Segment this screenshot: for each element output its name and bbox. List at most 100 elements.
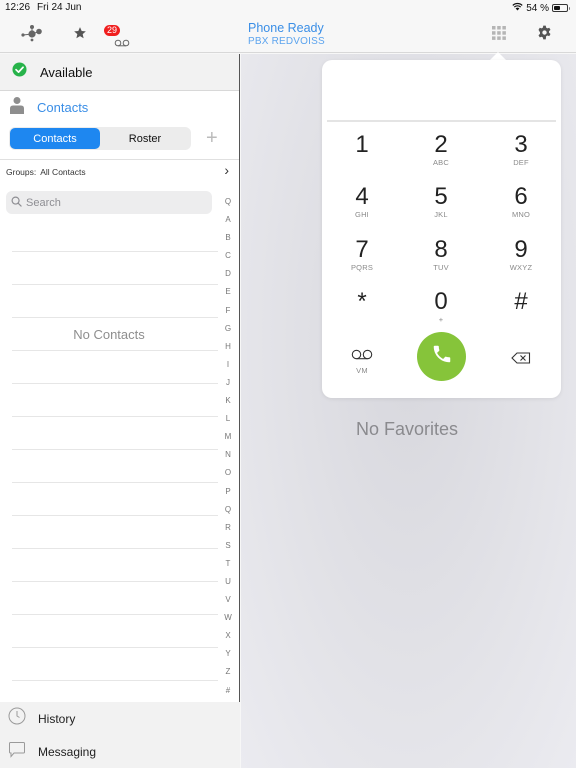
list-row-separator	[12, 614, 218, 615]
index-letter[interactable]: R	[221, 522, 235, 540]
index-letter[interactable]: M	[221, 431, 235, 449]
index-letter[interactable]: Z	[221, 666, 235, 684]
top-toolbar: 29 Phone Ready PBX REDVOISS	[0, 16, 576, 53]
index-letter[interactable]: E	[221, 286, 235, 304]
pbx-name: PBX REDVOISS	[248, 36, 325, 47]
index-letter[interactable]: Q	[221, 504, 235, 522]
dial-key-digit: 0	[434, 288, 448, 315]
available-check-icon	[12, 62, 27, 82]
dial-key[interactable]: 1	[332, 132, 392, 178]
index-letter[interactable]: L	[221, 413, 235, 431]
segment-roster[interactable]: Roster	[100, 128, 190, 149]
dial-key[interactable]: 2 ABC	[411, 132, 471, 178]
dial-key-digit: 3	[514, 131, 528, 158]
voicemail-icon	[114, 34, 130, 52]
index-letter[interactable]: #	[221, 685, 235, 703]
dial-key[interactable]: 0 +	[411, 289, 471, 335]
list-row-separator	[12, 647, 218, 648]
dial-key[interactable]: 5 JKL	[411, 184, 471, 230]
dial-key[interactable]: 9 WXYZ	[491, 237, 551, 283]
list-row-separator	[12, 515, 218, 516]
wifi-icon	[512, 2, 523, 14]
status-date: Fri 24 Jun	[37, 2, 82, 13]
index-letter[interactable]: T	[221, 558, 235, 576]
voicemail-button[interactable]: 29	[104, 22, 134, 48]
presence-label: Available	[40, 64, 93, 80]
index-letter[interactable]: U	[221, 576, 235, 594]
dial-key-letters: DEF	[513, 158, 529, 167]
dial-key[interactable]: #	[491, 289, 551, 335]
list-row-separator	[12, 449, 218, 450]
index-letter[interactable]: H	[221, 341, 235, 359]
dial-key[interactable]: *	[332, 289, 392, 335]
index-letter[interactable]: G	[221, 323, 235, 341]
dialpad-button[interactable]	[486, 22, 512, 48]
dial-key[interactable]: 7 PQRS	[332, 237, 392, 283]
dial-key[interactable]: 8 TUV	[411, 237, 471, 283]
voicemail-count-badge: 29	[104, 25, 121, 36]
voicemail-icon	[332, 348, 392, 366]
network-icon	[20, 23, 44, 48]
phone-handset-icon	[431, 343, 453, 370]
dial-key-letters: +	[438, 315, 444, 324]
segment-contacts[interactable]: Contacts	[10, 128, 100, 149]
index-letter[interactable]: P	[221, 486, 235, 504]
list-row-separator	[12, 350, 218, 351]
list-row-separator	[12, 548, 218, 549]
dial-key-digit: 1	[355, 131, 369, 158]
index-letter[interactable]: K	[221, 395, 235, 413]
index-letter[interactable]: Q	[221, 196, 235, 214]
backspace-key[interactable]	[491, 343, 551, 389]
no-contacts-message: No Contacts	[73, 327, 145, 342]
groups-selector[interactable]: Groups: All Contacts ›	[0, 160, 239, 184]
dial-key-letters: TUV	[433, 263, 449, 272]
index-letter[interactable]: B	[221, 232, 235, 250]
dial-key-digit: 9	[514, 236, 528, 263]
dial-key-digit: 8	[434, 236, 448, 263]
dialpad-popover: VM 1 2 ABC 3 DEF 4 GHI 5 JKL 6 MNO 7 PQRS 8 TUV 9 WXYZ * 0…	[322, 60, 561, 398]
sidebar: Available Contacts Contacts Roster + Gro…	[0, 54, 240, 768]
favorites-button[interactable]	[67, 22, 93, 48]
index-letter[interactable]: Y	[221, 648, 235, 666]
index-letter[interactable]: F	[221, 305, 235, 323]
add-contact-button[interactable]: +	[206, 128, 218, 148]
index-letter[interactable]: X	[221, 630, 235, 648]
dial-key-letters: WXYZ	[509, 263, 533, 272]
index-letter[interactable]: N	[221, 449, 235, 467]
network-button[interactable]	[19, 22, 45, 48]
no-favorites-message: No Favorites	[356, 419, 459, 439]
settings-button[interactable]	[531, 22, 557, 48]
voicemail-key[interactable]: VM	[332, 343, 392, 389]
search-input[interactable]	[26, 196, 196, 209]
contacts-section-header: Contacts	[0, 91, 239, 124]
call-button[interactable]	[417, 332, 466, 381]
index-letter[interactable]: O	[221, 467, 235, 485]
dial-key[interactable]: 6 MNO	[491, 184, 551, 230]
index-letter[interactable]: V	[221, 594, 235, 612]
dial-key-letters: JKL	[434, 210, 448, 219]
index-letter[interactable]: S	[221, 540, 235, 558]
index-letter[interactable]: I	[221, 359, 235, 377]
index-letter[interactable]: A	[221, 214, 235, 232]
battery-percent: 54 %	[526, 2, 549, 14]
dial-key-digit: 2	[434, 131, 448, 158]
list-row-separator	[12, 581, 218, 582]
index-letter[interactable]: C	[221, 250, 235, 268]
dial-key-letters: GHI	[355, 210, 369, 219]
dial-key[interactable]: 4 GHI	[332, 184, 392, 230]
index-letter[interactable]: W	[221, 612, 235, 630]
index-letter[interactable]: J	[221, 377, 235, 395]
status-indicators: 54 %	[512, 2, 570, 14]
dial-key-digit: 6	[514, 183, 528, 210]
nav-history[interactable]: History	[0, 702, 240, 735]
search-field[interactable]	[6, 191, 212, 214]
presence-status[interactable]: Available	[0, 54, 239, 91]
dial-key[interactable]: 3 DEF	[491, 132, 551, 178]
index-letter[interactable]: D	[221, 268, 235, 286]
nav-messaging[interactable]: Messaging	[0, 735, 240, 768]
list-row-separator	[12, 680, 218, 681]
alphabet-index[interactable]: Q A B C D E F G H I J K L M N O P Q R S T U V W X Y Z #	[221, 196, 235, 703]
dialed-number-display[interactable]	[327, 60, 556, 122]
search-icon	[11, 194, 22, 212]
groups-label: Groups:	[6, 167, 37, 177]
